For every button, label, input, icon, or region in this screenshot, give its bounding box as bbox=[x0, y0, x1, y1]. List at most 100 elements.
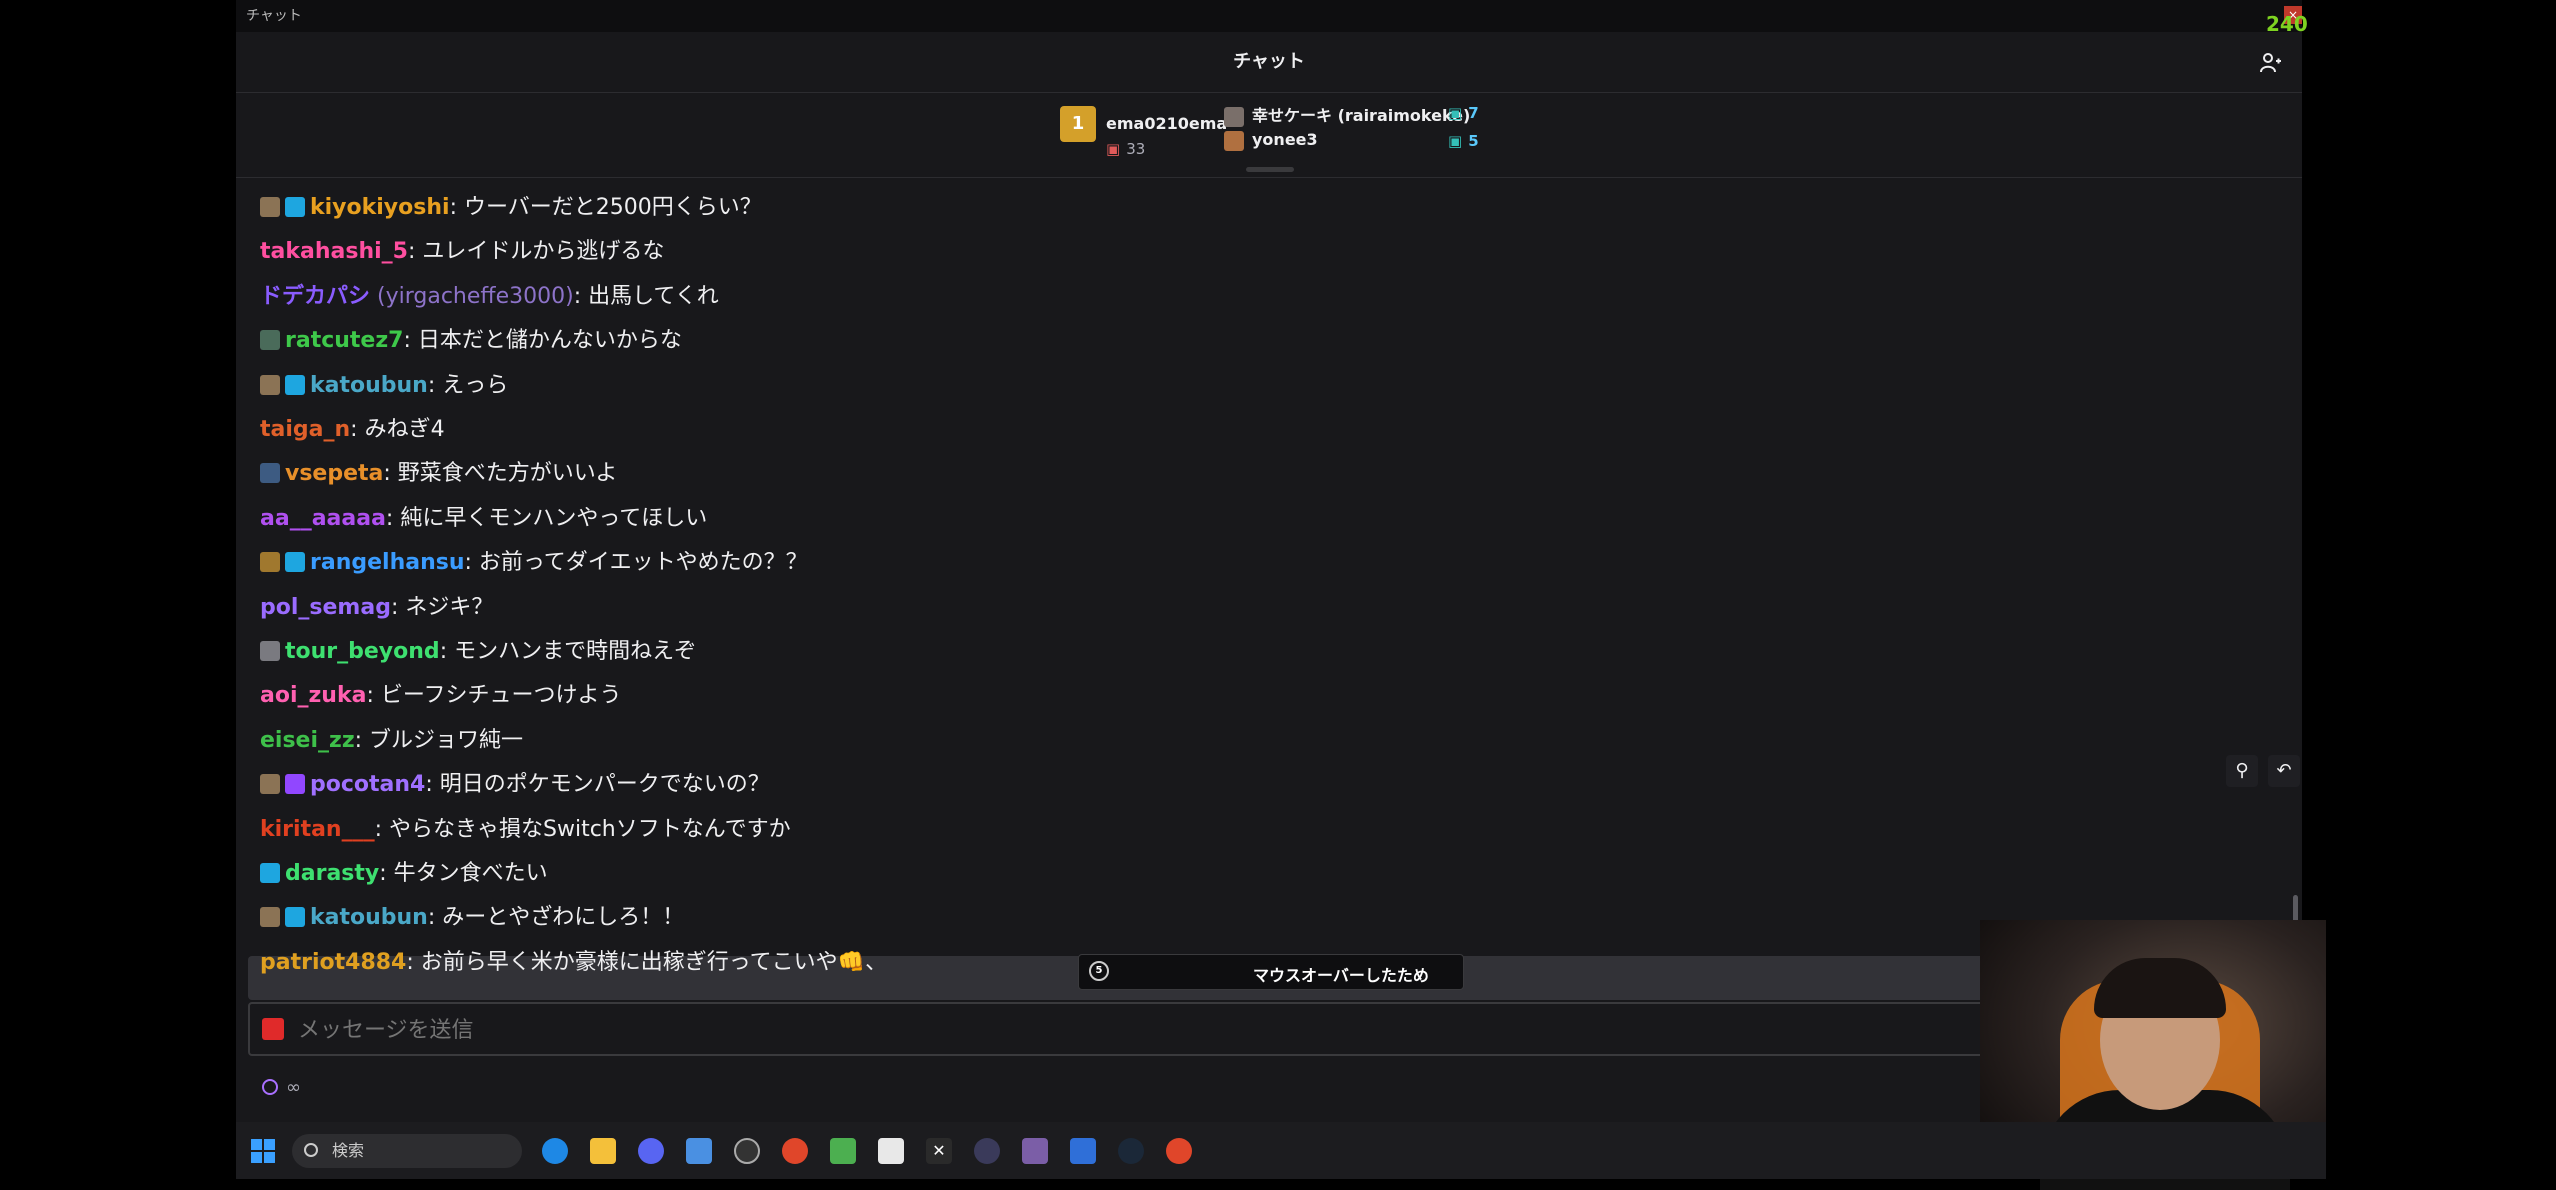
chat-message[interactable]: pol_semag: ネジキ？ bbox=[260, 592, 493, 624]
community-icon[interactable] bbox=[2260, 52, 2282, 74]
obs-icon[interactable] bbox=[734, 1138, 760, 1164]
chat-message[interactable]: tour_beyond: モンハンまで時間ねえぞ bbox=[260, 636, 696, 668]
chat-badge-icon[interactable] bbox=[260, 374, 280, 395]
chat-username[interactable]: kiyokiyoshi bbox=[310, 195, 450, 220]
capture-icon[interactable] bbox=[1070, 1138, 1096, 1164]
chat-message[interactable]: ratcutez7: 日本だと儲かんないからな bbox=[260, 325, 682, 357]
chat-message[interactable]: pocotan4: 明日のポケモンパークでないの？ bbox=[260, 769, 770, 801]
chat-username[interactable]: ドデカパシ bbox=[260, 284, 370, 309]
chat-badge-icon[interactable] bbox=[260, 641, 280, 661]
x-app-icon[interactable]: ✕ bbox=[926, 1138, 952, 1164]
leaderboard-handle[interactable] bbox=[1246, 167, 1294, 172]
chat-username[interactable]: katoubun bbox=[310, 373, 428, 398]
chat-message[interactable]: ドデカパシ (yirgacheffe3000): 出馬してくれ bbox=[260, 281, 719, 313]
chat-message-text: お前ってダイエットやめたの？？ bbox=[478, 550, 808, 576]
leaderboard-top-count: 33 bbox=[1126, 140, 1146, 158]
chat-username[interactable]: darasty bbox=[285, 861, 379, 886]
chat-message-text: 純に早くモンハンやってほしい bbox=[400, 505, 708, 531]
file-icon[interactable] bbox=[878, 1138, 904, 1164]
chat-badge-icon[interactable] bbox=[285, 774, 305, 795]
chat-username[interactable]: katoubun bbox=[310, 905, 428, 930]
search-icon bbox=[304, 1143, 318, 1157]
chat-badge-icon[interactable] bbox=[285, 374, 305, 395]
chat-message-text: 牛タン食べたい bbox=[393, 861, 548, 886]
chat-username[interactable]: rangelhansu bbox=[310, 550, 465, 575]
chat-message-text: みーとやざわにしろ！！ bbox=[442, 905, 685, 931]
chat-message[interactable]: patriot4884: お前ら早く米か豪様に出稼ぎ行ってこいや👊、 bbox=[260, 947, 887, 979]
chat-username[interactable]: pocotan4 bbox=[310, 772, 425, 797]
chat-badge-icon[interactable] bbox=[260, 552, 280, 573]
leaderboard-entry-name: 幸せケーキ (rairaimokeke) bbox=[1252, 106, 1471, 125]
chat-username[interactable]: aoi_zuka bbox=[260, 683, 366, 708]
chat-message[interactable]: taiga_n: みねぎ4 bbox=[260, 414, 445, 446]
pin-button[interactable]: ⚲ bbox=[2226, 755, 2258, 787]
leaderboard-entry[interactable]: 幸せケーキ (rairaimokeke) bbox=[1224, 102, 1470, 127]
chat-message[interactable]: katoubun: えっら bbox=[260, 370, 508, 402]
avatar bbox=[1224, 106, 1244, 127]
chat-message[interactable]: rangelhansu: お前ってダイエットやめたの？？ bbox=[260, 547, 808, 579]
chat-username[interactable]: tour_beyond bbox=[285, 639, 440, 664]
chat-username[interactable]: takahashi_5 bbox=[260, 239, 408, 264]
reply-button[interactable]: ↶ bbox=[2268, 755, 2300, 787]
steam-icon[interactable] bbox=[1118, 1138, 1144, 1164]
photos-icon[interactable] bbox=[1022, 1138, 1048, 1164]
chat-username-alias: (yirgacheffe3000) bbox=[377, 283, 574, 309]
chat-badge-icon[interactable] bbox=[260, 863, 280, 883]
chrome-icon[interactable] bbox=[782, 1138, 808, 1164]
chat-separator: : bbox=[406, 949, 421, 975]
chat-username[interactable]: eisei_zz bbox=[260, 728, 355, 753]
chat-badge-icon[interactable] bbox=[260, 907, 280, 928]
chat-username[interactable]: ratcutez7 bbox=[285, 328, 403, 353]
notepad-icon[interactable] bbox=[686, 1138, 712, 1164]
taskbar-search[interactable]: 検索 bbox=[292, 1134, 522, 1168]
chat-separator: : bbox=[403, 328, 418, 354]
chat-header-title: チャット bbox=[1233, 51, 1305, 72]
chat-separator: : bbox=[573, 283, 589, 309]
taskbar-search-label: 検索 bbox=[332, 1141, 365, 1160]
chat-badge-icon[interactable] bbox=[285, 197, 305, 217]
chat-badge-icon[interactable] bbox=[260, 330, 280, 351]
chat-message[interactable]: darasty: 牛タン食べたい bbox=[260, 858, 548, 890]
chat-message-text: 日本だと儲かんないからな bbox=[417, 328, 682, 354]
chrome-profile-icon[interactable] bbox=[1166, 1138, 1192, 1164]
minecraft-icon[interactable] bbox=[830, 1138, 856, 1164]
windows-start-icon[interactable] bbox=[250, 1138, 276, 1164]
chat-badge-icon[interactable] bbox=[260, 463, 280, 484]
chat-message[interactable]: kiyokiyoshi: ウーバーだと2500円くらい？ bbox=[260, 192, 762, 224]
chat-message[interactable]: aa__aaaaa: 純に早くモンハンやってほしい bbox=[260, 503, 707, 535]
chat-username[interactable]: taiga_n bbox=[260, 417, 350, 442]
leaderboard-entry-name: yonee3 bbox=[1252, 130, 1318, 149]
folder-icon[interactable] bbox=[590, 1138, 616, 1164]
chat-message-list[interactable]: kiyokiyoshi: ウーバーだと2500円くらい？ takahashi_5:… bbox=[236, 190, 2302, 1000]
chat-paused-banner[interactable]: 5 マウスオーバーしたため bbox=[1078, 954, 1464, 990]
leaderboard-top-name: ema0210ema bbox=[1106, 114, 1228, 133]
chat-message[interactable]: takahashi_5: ユレイドルから逃げるな bbox=[260, 236, 664, 268]
chat-username[interactable]: pol_semag bbox=[260, 595, 391, 620]
chat-badge-icon[interactable] bbox=[285, 552, 305, 573]
chat-username[interactable]: patriot4884 bbox=[260, 950, 406, 975]
discord-icon[interactable] bbox=[638, 1138, 664, 1164]
chat-message[interactable]: eisei_zz: ブルジョワ純一 bbox=[260, 725, 523, 757]
chat-message-text: ネジキ？ bbox=[405, 594, 494, 620]
chat-message-text: みねぎ4 bbox=[364, 417, 445, 442]
chat-message[interactable]: katoubun: みーとやざわにしろ！！ bbox=[260, 902, 684, 934]
chat-message-text: ユレイドルから逃げるな bbox=[422, 239, 665, 265]
chat-input[interactable] bbox=[296, 1014, 2100, 1046]
chat-message[interactable]: kiritan___: やらなきゃ損なSwitchソフトなんですか bbox=[260, 814, 791, 846]
chat-message[interactable]: aoi_zuka: ビーフシチューつけよう bbox=[260, 680, 622, 712]
points-icon bbox=[262, 1079, 278, 1095]
channel-points[interactable]: ∞ bbox=[262, 1077, 301, 1098]
gift-small-icon: ▣ bbox=[1448, 104, 1463, 122]
chat-separator: : bbox=[464, 550, 479, 576]
chat-username[interactable]: kiritan___ bbox=[260, 817, 375, 842]
edge-icon[interactable] bbox=[542, 1138, 568, 1164]
chat-badge-icon[interactable] bbox=[285, 907, 305, 928]
gift-small-icon: ▣ bbox=[1448, 132, 1463, 150]
chat-username[interactable]: vsepeta bbox=[285, 461, 383, 486]
chat-message[interactable]: vsepeta: 野菜食べた方がいいよ bbox=[260, 458, 617, 490]
chat-username[interactable]: aa__aaaaa bbox=[260, 506, 386, 531]
chat-badge-icon[interactable] bbox=[260, 197, 280, 217]
chat-badge-icon[interactable] bbox=[260, 774, 280, 795]
app-icon[interactable] bbox=[974, 1138, 1000, 1164]
leaderboard-entry[interactable]: yonee3 bbox=[1224, 130, 1318, 151]
